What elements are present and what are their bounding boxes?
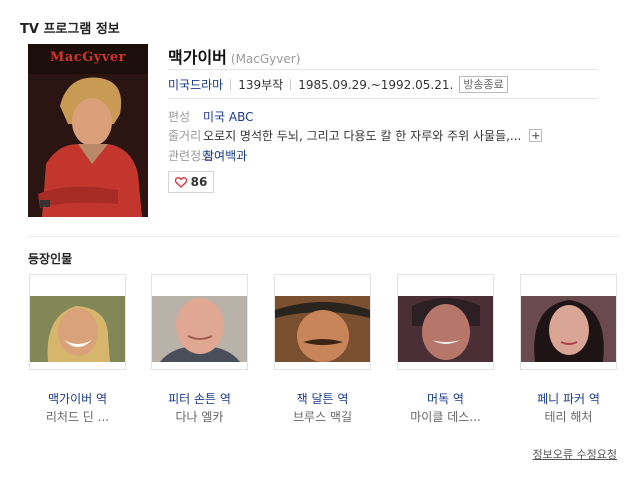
cast-card[interactable] xyxy=(397,274,494,370)
cast-actor[interactable]: 리처드 딘 ... xyxy=(29,408,126,425)
page-title: TV 프로그램 정보 xyxy=(20,22,120,37)
network-row: 편성 미국 ABC xyxy=(168,108,254,125)
section-divider xyxy=(28,236,618,237)
related-row: 관련정보 참여백과 xyxy=(168,147,247,164)
cast-photo xyxy=(398,296,493,362)
episodes: 139부작 xyxy=(238,78,284,92)
separator xyxy=(290,79,292,90)
program-meta: 미국드라마 139부작 1985.09.29.~1992.05.21. 방송종료 xyxy=(168,76,508,93)
report-error-link[interactable]: 정보오류 수정요청 xyxy=(533,446,617,462)
program-title-text[interactable]: 맥가이버 xyxy=(168,48,227,67)
related-link[interactable]: 참여백과 xyxy=(203,147,247,164)
related-label: 관련정보 xyxy=(168,149,213,163)
cast-card[interactable] xyxy=(520,274,617,370)
program-title[interactable]: 맥가이버 (MacGyver) xyxy=(168,44,300,68)
poster-image xyxy=(28,44,148,217)
poster-logo: MacGyver xyxy=(49,50,127,65)
cast-actor[interactable]: 다나 엘카 xyxy=(151,408,248,425)
cast-actor[interactable]: 브루스 맥길 xyxy=(274,408,371,425)
broadcast-period: 1985.09.29.~1992.05.21. xyxy=(298,77,454,92)
cast-title: 등장인물 xyxy=(28,252,73,266)
meta-divider xyxy=(168,98,598,99)
like-button[interactable]: 86 xyxy=(168,171,214,193)
separator xyxy=(230,79,232,90)
cast-actor[interactable]: 테리 해처 xyxy=(520,408,617,425)
cast-card[interactable] xyxy=(29,274,126,370)
network-link[interactable]: 미국 ABC xyxy=(203,108,254,125)
plus-icon[interactable]: + xyxy=(529,129,543,142)
cast-role[interactable]: 피터 손튼 역 xyxy=(151,390,248,407)
synopsis-label: 줄거리 xyxy=(168,129,202,143)
heart-icon xyxy=(174,176,187,188)
cast-card[interactable] xyxy=(274,274,371,370)
synopsis-row: 줄거리 오로지 명석한 두뇌, 그리고 다용도 칼 한 자루와 주위 사물들,.… xyxy=(168,127,543,144)
cast-role[interactable]: 페니 파커 역 xyxy=(520,390,617,407)
cast-photo xyxy=(30,296,125,362)
synopsis-text: 오로지 명석한 두뇌, 그리고 다용도 칼 한 자루와 주위 사물들,... xyxy=(203,129,522,143)
title-divider xyxy=(168,69,598,70)
cast-actor[interactable]: 마이클 데스... xyxy=(397,408,494,425)
status-badge: 방송종료 xyxy=(459,76,508,93)
program-poster[interactable]: MacGyver xyxy=(28,44,148,217)
network-label: 편성 xyxy=(168,110,191,124)
cast-role[interactable]: 맥가이버 역 xyxy=(29,390,126,407)
cast-role[interactable]: 머독 역 xyxy=(397,390,494,407)
genre-link[interactable]: 미국드라마 xyxy=(168,76,223,93)
cast-photo xyxy=(275,296,370,362)
cast-photo xyxy=(152,296,247,362)
cast-photo xyxy=(521,296,616,362)
cast-role[interactable]: 잭 달튼 역 xyxy=(274,390,371,407)
program-original-title: (MacGyver) xyxy=(230,52,301,66)
cast-card[interactable] xyxy=(151,274,248,370)
like-count: 86 xyxy=(190,175,208,189)
